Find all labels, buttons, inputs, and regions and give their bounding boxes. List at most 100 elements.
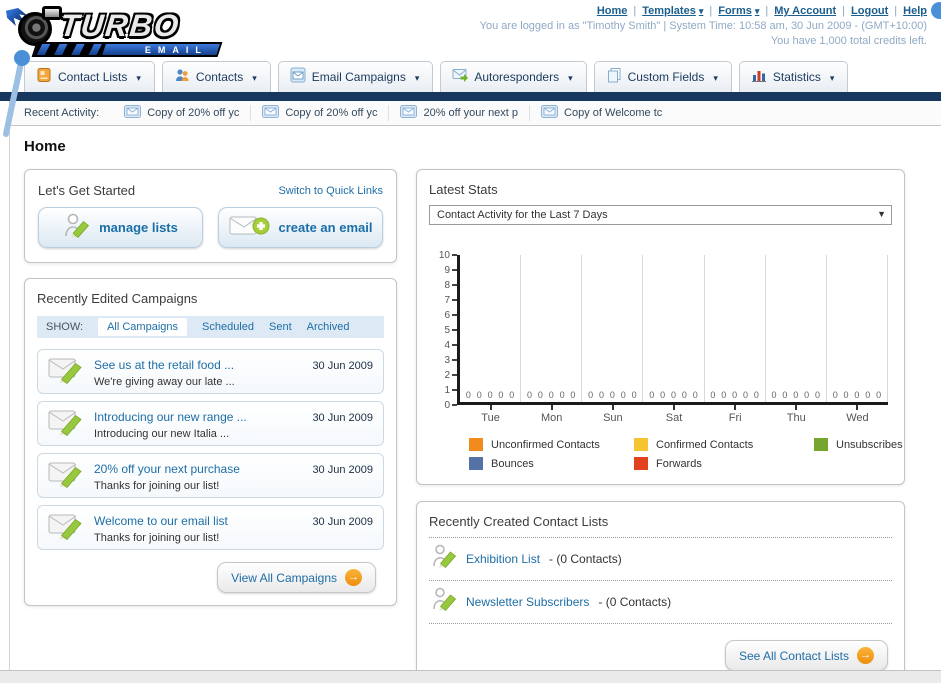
filter-scheduled[interactable]: Scheduled	[202, 321, 254, 333]
page: TURBO EMAIL Home | Templates | Forms | My Acco…	[0, 0, 941, 683]
chart-value-label: 0	[609, 390, 615, 400]
campaign-title-link[interactable]: See us at the retail food ...	[94, 358, 234, 372]
campaign-text: Welcome to our email list Thanks for join…	[94, 512, 228, 544]
recent-activity-item[interactable]: Copy of 20% off yc	[113, 105, 250, 121]
filter-archived[interactable]: Archived	[307, 321, 350, 333]
chart-value-label: 0	[814, 390, 820, 400]
campaign-text: 20% off your next purchase Thanks for joi…	[94, 460, 240, 492]
chart-day-group: 00000	[460, 255, 522, 402]
create-an-email-button[interactable]: create an email	[218, 207, 383, 248]
chevron-down-icon	[133, 70, 141, 84]
view-all-campaigns-button[interactable]: View All Campaigns	[217, 562, 376, 593]
campaign-text: Introducing our new range ... Introducing…	[94, 408, 247, 440]
switch-to-quick-links-link[interactable]: Switch to Quick Links	[278, 185, 383, 197]
campaign-title-link[interactable]: Introducing our new range ...	[94, 410, 247, 424]
tab-contacts[interactable]: Contacts	[161, 61, 271, 92]
get-started-title: Let's Get Started	[38, 183, 136, 198]
campaign-subtitle: Introducing our new Italia ...	[94, 427, 230, 440]
contact-list-link[interactable]: Exhibition List	[466, 552, 540, 566]
campaign-title-link[interactable]: 20% off your next purchase	[94, 462, 240, 476]
filter-all-campaigns[interactable]: All Campaigns	[98, 318, 187, 336]
recent-activity-item[interactable]: Copy of 20% off yc	[250, 105, 388, 121]
chart-value-label: 0	[771, 390, 777, 400]
manage-lists-button[interactable]: manage lists	[38, 207, 203, 248]
top-link-my-account[interactable]: My Account	[774, 5, 836, 17]
latest-stats-panel: Latest Stats Contact Activity for the La…	[416, 169, 905, 485]
chevron-down-icon	[565, 70, 573, 84]
logo-sub-text: EMAIL	[145, 44, 208, 55]
tab-email-campaigns[interactable]: Email Campaigns	[277, 61, 434, 92]
legend-label: Unconfirmed Contacts	[491, 438, 600, 451]
address-book-icon	[36, 67, 52, 86]
envelope-icon	[400, 105, 418, 121]
chart-y-tick: 4	[444, 340, 457, 351]
tab-label: Email Campaigns	[311, 69, 406, 84]
chart-value-label: 0	[570, 390, 576, 400]
chart-value-label: 0	[843, 390, 849, 400]
chart-plot-area: 00000000000000000000000000000000000	[457, 255, 888, 405]
turbo-engine-icon	[6, 6, 62, 46]
recent-activity-item[interactable]: 20% off your next p	[388, 105, 529, 121]
see-all-contact-lists-button[interactable]: See All Contact Lists	[724, 640, 888, 671]
chevron-down-icon	[249, 70, 257, 84]
chart-value-label: 0	[865, 390, 871, 400]
chart-x-axis: Tue Mon Sun Sat Fri Thu Wed	[460, 405, 888, 424]
contact-list-row[interactable]: Exhibition List - (0 Contacts)	[429, 538, 892, 581]
campaign-row[interactable]: 20% off your next purchase Thanks for joi…	[37, 453, 384, 498]
top-link-help[interactable]: Help	[903, 5, 927, 17]
links-separator: |	[842, 5, 846, 17]
links-separator: |	[894, 5, 898, 17]
person-pencil-small-icon	[431, 543, 457, 575]
tab-label: Contact Lists	[58, 69, 128, 84]
chart-value-label: 0	[721, 390, 727, 400]
envelope-pencil-icon	[48, 458, 85, 493]
legend-swatch	[469, 457, 483, 470]
chart-value-label: 0	[660, 390, 666, 400]
contact-list-row[interactable]: Newsletter Subscribers - (0 Contacts)	[429, 581, 892, 624]
campaign-row[interactable]: Introducing our new range ... Introducing…	[37, 401, 384, 446]
top-link-templates[interactable]: Templates	[642, 5, 703, 17]
tab-autoresponders[interactable]: Autoresponders	[440, 61, 587, 92]
tab-label: Autoresponders	[474, 69, 560, 84]
legend-label: Unsubscribes	[836, 438, 903, 451]
chart-y-tick: 2	[444, 370, 457, 381]
main-nav-tabs: Contact Lists Contacts Email Campaigns Auto…	[0, 61, 941, 92]
chart-value-labels: 00000	[582, 390, 642, 400]
chart-value-labels: 00000	[521, 390, 581, 400]
show-label: SHOW:	[46, 321, 84, 333]
contact-list-link[interactable]: Newsletter Subscribers	[466, 595, 589, 609]
tab-statistics[interactable]: Statistics	[738, 61, 849, 92]
corner-callout-dot	[931, 2, 941, 19]
get-started-panel: Let's Get Started Switch to Quick Links …	[24, 169, 397, 263]
chart-y-tick: 10	[439, 250, 457, 261]
campaign-row[interactable]: See us at the retail food ... We're givin…	[37, 349, 384, 394]
chart-x-tick-label: Sat	[643, 405, 704, 424]
top-link-home[interactable]: Home	[597, 5, 628, 17]
main-area: Recent Activity: Copy of 20% off yc Copy …	[9, 101, 941, 683]
chart-value-label: 0	[548, 390, 554, 400]
contact-lists-panel: Recently Created Contact Lists Exhibitio…	[416, 501, 905, 683]
tab-label: Custom Fields	[627, 69, 705, 84]
stats-report-select[interactable]: Contact Activity for the Last 7 Days	[429, 205, 892, 225]
campaign-row[interactable]: Welcome to our email list Thanks for join…	[37, 505, 384, 550]
campaigns-panel: Recently Edited Campaigns SHOW: All Camp…	[24, 278, 397, 606]
tab-contact-lists[interactable]: Contact Lists	[24, 61, 155, 92]
chart-value-label: 0	[876, 390, 882, 400]
top-link-forms[interactable]: Forms	[718, 5, 759, 17]
filter-sent[interactable]: Sent	[269, 321, 292, 333]
tab-custom-fields[interactable]: Custom Fields	[593, 61, 732, 92]
campaign-title-link[interactable]: Welcome to our email list	[94, 514, 228, 528]
legend-swatch	[634, 438, 648, 451]
footer-strip	[0, 670, 941, 683]
legend-label: Confirmed Contacts	[656, 438, 754, 451]
contacts-icon	[174, 67, 190, 86]
person-pencil-icon	[63, 212, 90, 243]
chart-value-label: 0	[692, 390, 698, 400]
recent-activity-item[interactable]: Copy of Welcome tc	[529, 105, 673, 121]
top-link-logout[interactable]: Logout	[851, 5, 888, 17]
chevron-down-icon	[877, 209, 886, 219]
links-separator: |	[633, 5, 637, 17]
chart-value-label: 0	[793, 390, 799, 400]
legend-item-unconfirmed-contacts: Unconfirmed Contacts	[469, 438, 634, 451]
campaign-date: 30 Jun 2009	[312, 412, 373, 424]
